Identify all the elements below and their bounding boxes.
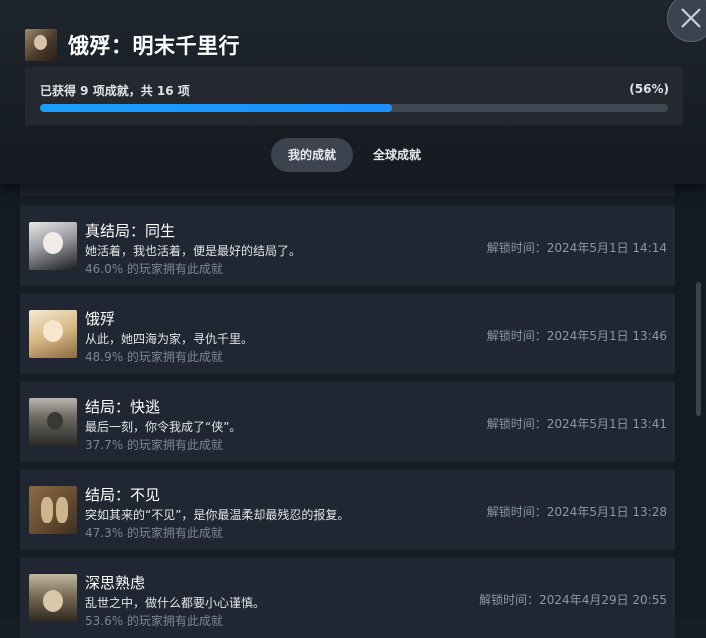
achievement-unlock-time: 解锁时间：2024年5月1日 13:28 (486, 505, 667, 519)
game-title: 饿殍：明末千里行 (68, 34, 240, 58)
achievement-unlock-time: 解锁时间：2024年5月1日 14:14 (486, 241, 667, 255)
achievement-description: 从此，她四海为家，寻仇千里。 (85, 332, 254, 346)
close-icon (681, 8, 701, 28)
achievement-description: 她活着，我也活着，便是最好的结局了。 (85, 244, 302, 258)
achievement-description: 突如其来的“不见”，是你最温柔却最残忍的报复。 (85, 508, 350, 522)
achievement-unlock-time: 解锁时间：2024年4月29日 20:55 (479, 593, 667, 607)
achievement-name: 结局：快逃 (85, 398, 161, 416)
achievement-unlock-time: 解锁时间：2024年5月1日 13:46 (486, 329, 667, 343)
achievement-icon (29, 574, 77, 622)
achievement-name: 深思熟虑 (85, 574, 146, 592)
achievement-description: 乱世之中，做什么都要小心谨慎。 (85, 596, 266, 610)
achievement-name: 饿殍 (85, 310, 116, 328)
progress-summary: 已获得 9 项成就，共 16 项 (40, 84, 190, 98)
achievement-global-percent: 46.0% 的玩家拥有此成就 (85, 262, 223, 276)
tab-my-achievements[interactable]: 我的成就 (271, 138, 353, 172)
achievement-card[interactable]: 结局：不见 突如其来的“不见”，是你最温柔却最残忍的报复。 47.3% 的玩家拥… (20, 470, 675, 550)
achievement-global-percent: 48.9% 的玩家拥有此成就 (85, 350, 223, 364)
progress-bar (40, 104, 668, 112)
achievement-icon (29, 310, 77, 358)
achievement-card[interactable]: 饿殍 从此，她四海为家，寻仇千里。 48.9% 的玩家拥有此成就 解锁时间：20… (20, 294, 675, 374)
achievement-progress-panel: 已获得 9 项成就，共 16 项 (56%) (25, 67, 683, 125)
achievement-name: 结局：不见 (85, 486, 161, 504)
achievement-global-percent: 53.6% 的玩家拥有此成就 (85, 614, 223, 628)
achievement-icon (29, 222, 77, 270)
scrollbar-thumb[interactable] (696, 282, 701, 416)
tab-global-achievements[interactable]: 全球成就 (356, 138, 438, 172)
achievement-card[interactable]: 结局：快逃 最后一刻，你令我成了“侠”。 37.7% 的玩家拥有此成就 解锁时间… (20, 382, 675, 462)
progress-bar-fill (40, 104, 392, 112)
achievement-name: 真结局：同生 (85, 222, 176, 240)
achievement-global-percent: 37.7% 的玩家拥有此成就 (85, 438, 223, 452)
game-cover-icon (25, 29, 57, 61)
achievement-tabs: 我的成就 全球成就 (0, 138, 706, 172)
achievement-card[interactable]: 真结局：同生 她活着，我也活着，便是最好的结局了。 46.0% 的玩家拥有此成就… (20, 206, 675, 286)
progress-percent: (56%) (629, 82, 669, 96)
close-button[interactable] (667, 0, 706, 42)
achievements-header: 饿殍：明末千里行 已获得 9 项成就，共 16 项 (56%) 我的成就 全球成… (0, 0, 706, 184)
achievement-icon (29, 486, 77, 534)
achievement-icon (29, 398, 77, 446)
achievement-global-percent: 47.3% 的玩家拥有此成就 (85, 526, 223, 540)
achievement-unlock-time: 解锁时间：2024年5月1日 13:41 (486, 417, 667, 431)
achievement-card[interactable]: 深思熟虑 乱世之中，做什么都要小心谨慎。 53.6% 的玩家拥有此成就 解锁时间… (20, 558, 675, 638)
achievement-description: 最后一刻，你令我成了“侠”。 (85, 420, 242, 434)
